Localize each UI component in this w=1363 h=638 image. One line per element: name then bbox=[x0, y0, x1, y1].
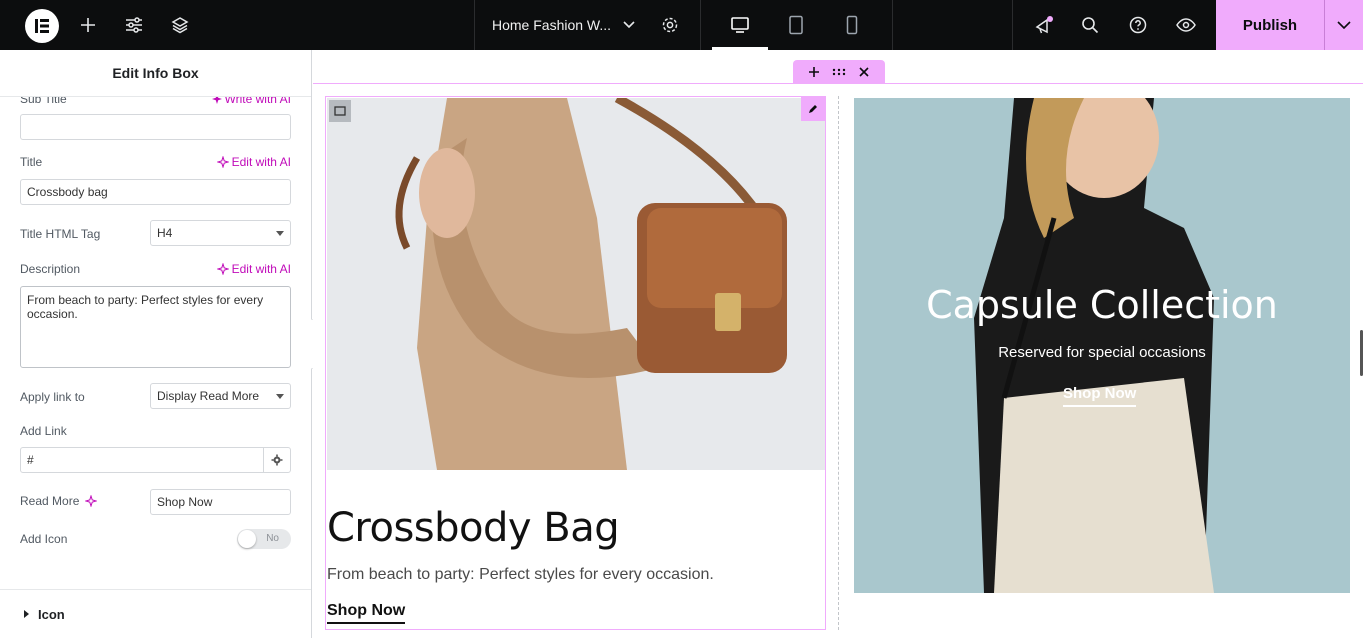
icon-section-toggle[interactable]: Icon bbox=[0, 589, 311, 638]
add-link-input[interactable]: # bbox=[20, 447, 264, 473]
section-handle[interactable] bbox=[793, 60, 885, 83]
chevron-down-icon[interactable] bbox=[618, 0, 640, 50]
crossbody-bag-image bbox=[327, 98, 825, 470]
read-more-label-row: Read More bbox=[20, 494, 98, 508]
info-box-title: Crossbody Bag bbox=[327, 505, 620, 551]
settings-sliders-icon[interactable] bbox=[118, 0, 150, 50]
add-link-label: Add Link bbox=[20, 424, 67, 438]
link-options-gear-icon[interactable] bbox=[263, 447, 291, 473]
apply-link-select[interactable]: Display Read More bbox=[150, 383, 291, 409]
add-section-icon[interactable] bbox=[809, 66, 820, 77]
add-icon-label: Add Icon bbox=[20, 532, 68, 546]
toggle-knob bbox=[238, 530, 256, 548]
publish-button[interactable]: Publish bbox=[1216, 0, 1363, 50]
top-bar: Home Fashion W... Publish bbox=[0, 0, 1363, 50]
search-icon[interactable] bbox=[1074, 0, 1106, 50]
description-edit-with-ai-button[interactable]: Edit with AI bbox=[216, 262, 291, 276]
whats-new-icon[interactable] bbox=[1028, 0, 1060, 50]
elementor-logo-icon[interactable] bbox=[25, 9, 59, 43]
description-label: Description bbox=[20, 262, 81, 276]
editor-panel: Edit Info Box Sub Title Write with AI Ti… bbox=[0, 50, 312, 638]
divider bbox=[1012, 0, 1013, 50]
layers-icon[interactable] bbox=[164, 0, 196, 50]
title-html-tag-label: Title HTML Tag bbox=[20, 227, 101, 241]
divider bbox=[474, 0, 475, 50]
caret-down-icon bbox=[276, 393, 284, 399]
add-icon-toggle[interactable]: No bbox=[237, 529, 291, 549]
tablet-icon[interactable] bbox=[768, 0, 824, 50]
banner-title-wrap: Capsule Collection bbox=[854, 283, 1350, 327]
ai-sparkle-icon bbox=[216, 263, 229, 275]
apply-link-value: Display Read More bbox=[157, 389, 260, 403]
preview-eye-icon[interactable] bbox=[1170, 0, 1202, 50]
caret-right-icon bbox=[24, 610, 29, 618]
delete-section-icon[interactable] bbox=[859, 66, 869, 77]
mobile-icon[interactable] bbox=[824, 0, 880, 50]
apply-link-label: Apply link to bbox=[20, 390, 85, 404]
banner-title: Capsule Collection bbox=[926, 283, 1278, 327]
widget-type-icon bbox=[329, 100, 351, 122]
description-textarea[interactable]: From beach to party: Perfect styles for … bbox=[20, 286, 291, 368]
edit-with-ai-label: Edit with AI bbox=[231, 262, 291, 276]
read-more-input[interactable]: Shop Now bbox=[150, 489, 291, 515]
title-input[interactable]: Crossbody bag bbox=[20, 179, 291, 205]
desktop-icon[interactable] bbox=[712, 0, 768, 50]
drag-handle-icon[interactable] bbox=[832, 68, 846, 76]
toggle-state: No bbox=[266, 533, 279, 544]
read-more-label: Read More bbox=[20, 494, 80, 508]
add-icon[interactable] bbox=[72, 0, 104, 50]
publish-chevron-icon[interactable] bbox=[1325, 21, 1363, 29]
info-box-widget[interactable]: Crossbody Bag From beach to party: Perfe… bbox=[325, 96, 826, 630]
banner-shop-now-link[interactable]: Shop Now bbox=[1063, 385, 1137, 407]
edit-with-ai-label: Edit with AI bbox=[231, 155, 291, 169]
help-icon[interactable] bbox=[1122, 0, 1154, 50]
section-outline bbox=[313, 83, 1363, 84]
info-box-link[interactable]: Shop Now bbox=[327, 602, 406, 624]
preview-canvas: Crossbody Bag From beach to party: Perfe… bbox=[313, 50, 1363, 638]
title-html-tag-value: H4 bbox=[157, 226, 173, 240]
capsule-collection-banner[interactable]: Capsule Collection Reserved for special … bbox=[854, 98, 1350, 593]
sub-title-input[interactable] bbox=[20, 114, 291, 140]
publish-label: Publish bbox=[1242, 16, 1298, 34]
column-divider bbox=[838, 96, 839, 630]
icon-section-label: Icon bbox=[38, 606, 65, 622]
gear-icon[interactable] bbox=[656, 0, 684, 50]
caret-down-icon bbox=[276, 230, 284, 236]
divider bbox=[892, 0, 893, 50]
title-html-tag-select[interactable]: H4 bbox=[150, 220, 291, 246]
edit-widget-pencil-icon[interactable] bbox=[801, 97, 825, 121]
title-label: Title bbox=[20, 155, 43, 169]
ai-sparkle-icon[interactable] bbox=[85, 495, 98, 507]
info-box-description: From beach to party: Perfect styles for … bbox=[327, 566, 714, 583]
title-edit-with-ai-button[interactable]: Edit with AI bbox=[216, 155, 291, 169]
ai-sparkle-icon bbox=[216, 156, 229, 168]
document-title[interactable]: Home Fashion W... bbox=[492, 0, 611, 50]
panel-title: Edit Info Box bbox=[0, 50, 311, 97]
banner-subtitle: Reserved for special occasions bbox=[998, 344, 1206, 361]
divider bbox=[700, 0, 701, 50]
